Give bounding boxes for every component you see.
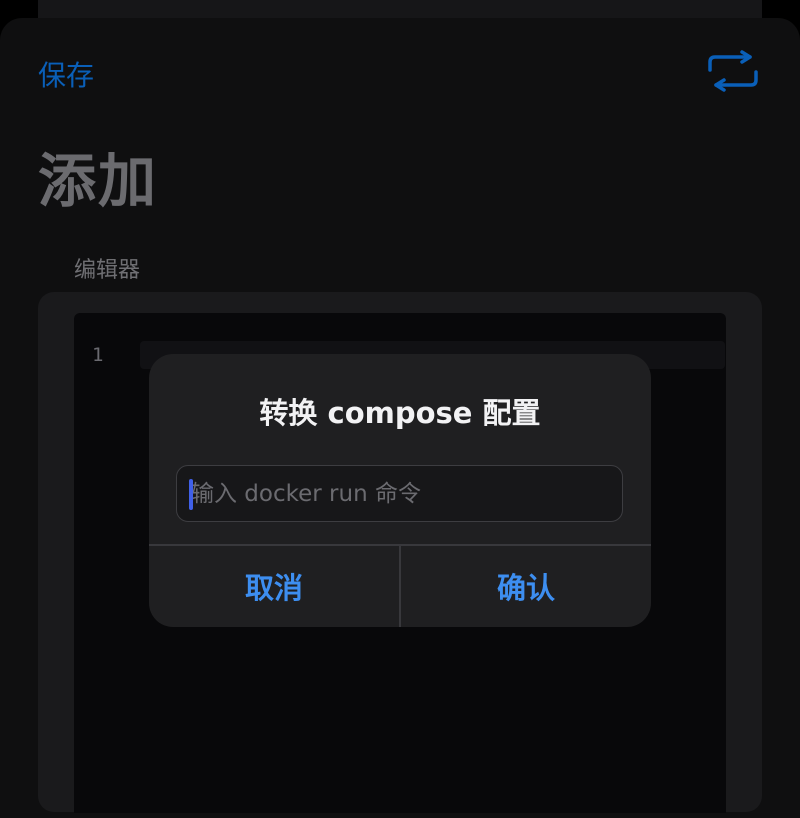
convert-compose-dialog: 转换 compose 配置 取消 确认	[149, 354, 651, 627]
convert-button[interactable]	[706, 50, 760, 92]
docker-run-input[interactable]	[176, 465, 623, 522]
text-caret	[189, 479, 193, 510]
cancel-button[interactable]: 取消	[149, 545, 399, 627]
line-number: 1	[92, 344, 104, 366]
page-title: 添加	[38, 147, 159, 215]
convert-arrows-icon	[708, 50, 758, 92]
save-button[interactable]: 保存	[38, 54, 94, 94]
editor-section-label: 编辑器	[74, 258, 141, 283]
confirm-button[interactable]: 确认	[401, 545, 651, 627]
dialog-title: 转换 compose 配置	[259, 396, 541, 430]
